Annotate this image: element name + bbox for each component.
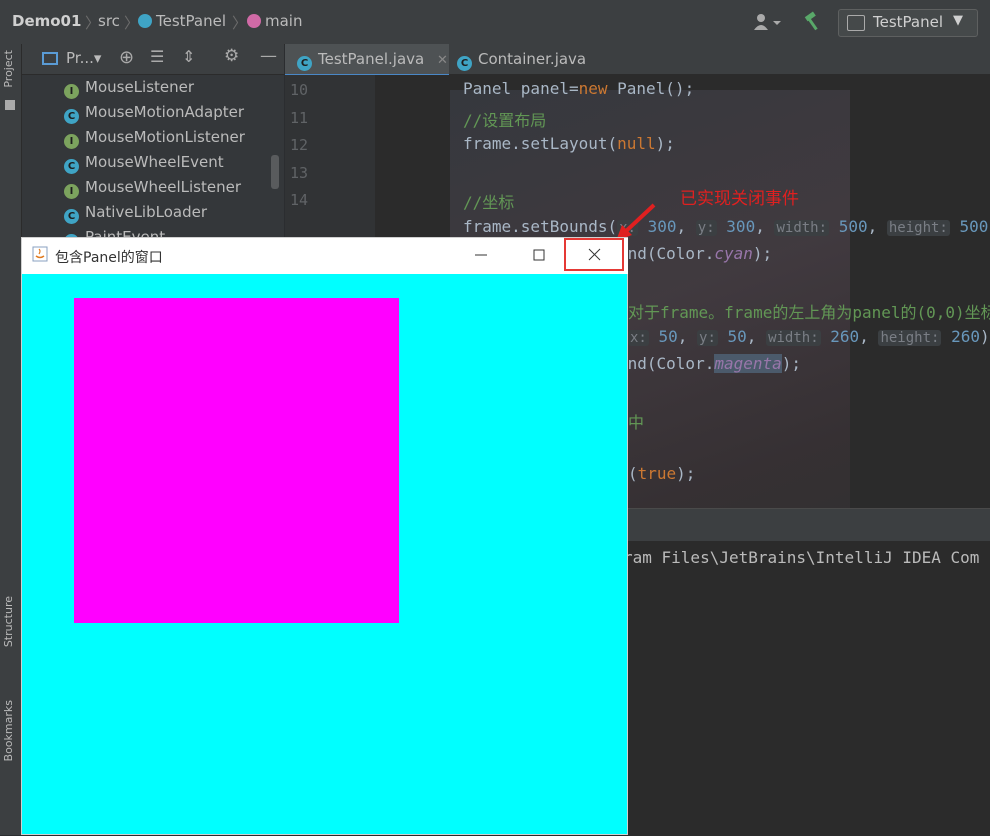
breadcrumb-class[interactable]: TestPanel [138, 12, 226, 30]
breadcrumb-separator: 〉 [232, 14, 248, 32]
code-line: 中 [628, 413, 645, 432]
breadcrumb-method[interactable]: main [247, 12, 302, 30]
tab-testpanel[interactable]: C TestPanel.java ✕ [285, 44, 449, 77]
annotation-label: 已实现关闭事件 [680, 189, 799, 209]
code-line: //设置布局 [463, 111, 547, 130]
breadcrumb-class-label: TestPanel [156, 12, 227, 30]
gear-icon[interactable]: ⚙ [224, 46, 239, 66]
breadcrumb-separator: 〉 [124, 14, 140, 32]
line-number: 12 [290, 136, 309, 154]
interface-icon: I [64, 134, 79, 149]
close-tab-icon[interactable]: ✕ [437, 53, 448, 68]
interface-icon: I [64, 84, 79, 99]
collapse-all-icon[interactable]: ⇕ [182, 47, 195, 66]
console-output: ram Files\JetBrains\IntelliJ IDEA Com [623, 548, 980, 567]
code-line: Panel panel=new Panel(); [463, 79, 695, 98]
project-view-title: Pr... [66, 49, 94, 67]
project-tree-scrollbar[interactable] [271, 155, 279, 189]
navigation-bar: Demo01 〉 src 〉 TestPanel 〉 main TestPane… [0, 0, 990, 45]
tree-item[interactable]: I MouseWheelListener [64, 178, 241, 203]
minimize-button[interactable] [460, 238, 500, 274]
hide-panel-icon[interactable]: — [260, 46, 277, 66]
code-line: frame.setBounds(x: 300, y: 300, width: 5… [463, 217, 990, 236]
project-view-selector[interactable]: Pr...▾ [66, 49, 101, 67]
class-icon: C [64, 209, 79, 224]
tree-item[interactable]: C MouseWheelEvent [64, 153, 224, 178]
run-configuration-selector[interactable]: TestPanel ▼ [838, 9, 978, 37]
code-line: frame.setLayout(null); [463, 134, 675, 153]
tree-item-label: MouseWheelEvent [85, 153, 224, 171]
close-button[interactable] [564, 238, 624, 271]
tree-item[interactable]: C MouseMotionAdapter [64, 103, 244, 128]
locate-target-icon[interactable]: ⊕ [119, 47, 134, 68]
tab-label: TestPanel.java [318, 50, 425, 68]
folder-icon [5, 100, 15, 110]
code-line: 对于frame。frame的左上角为panel的(0,0)坐标 [628, 303, 990, 322]
magenta-panel [74, 298, 399, 623]
code-line: und(Color.cyan); [618, 244, 773, 263]
editor-tab-bar: C TestPanel.java ✕ C Container.java [285, 44, 990, 77]
interface-icon: I [64, 184, 79, 199]
build-hammer-icon[interactable] [802, 10, 824, 32]
chevron-down-icon: ▼ [953, 13, 963, 28]
breadcrumb-method-label: main [265, 12, 303, 30]
breadcrumb-folder[interactable]: src [98, 12, 120, 30]
tree-item[interactable]: C NativeLibLoader [64, 203, 207, 228]
code-line: x: 50, y: 50, width: 260, height: 260); [628, 327, 990, 346]
tree-item-label: NativeLibLoader [85, 203, 207, 221]
tab-container[interactable]: C Container.java [457, 44, 607, 74]
bookmarks-tool-button[interactable]: Bookmarks [2, 700, 15, 761]
tab-label: Container.java [478, 50, 587, 68]
maximize-icon [533, 249, 545, 261]
tree-item[interactable]: I MouseListener [64, 78, 194, 103]
code-line: //坐标 [463, 193, 515, 212]
class-icon: C [64, 159, 79, 174]
left-tool-stripe: Project Structure Bookmarks [0, 44, 22, 835]
tree-item[interactable]: I MouseMotionListener [64, 128, 245, 153]
tree-item-label: MouseMotionAdapter [85, 103, 245, 121]
close-icon [588, 248, 601, 261]
class-icon [138, 14, 152, 28]
breadcrumb-project[interactable]: Demo01 [12, 12, 81, 30]
java-app-icon [32, 246, 48, 262]
structure-tool-button[interactable]: Structure [2, 596, 15, 647]
class-icon: C [457, 56, 472, 71]
run-config-label: TestPanel [873, 13, 944, 31]
project-panel-header: Pr...▾ ⊕ ☰ ⇕ ⚙ — [22, 44, 284, 75]
code-line: und(Color.magenta); [618, 354, 802, 373]
tree-item-label: MouseListener [85, 78, 195, 96]
class-icon: C [64, 109, 79, 124]
project-tool-button[interactable]: Project [2, 50, 15, 88]
project-view-icon [42, 52, 58, 65]
tree-item-label: MouseWheelListener [85, 178, 241, 196]
maximize-button[interactable] [520, 238, 560, 274]
java-window-title: 包含Panel的窗口 [55, 250, 163, 266]
method-icon [247, 14, 261, 28]
line-number: 10 [290, 81, 309, 99]
expand-all-icon[interactable]: ☰ [150, 47, 164, 66]
line-number: 13 [290, 164, 309, 182]
class-icon: C [297, 56, 312, 71]
line-number: 11 [290, 109, 309, 127]
tree-item-label: MouseMotionListener [85, 128, 245, 146]
run-config-icon [847, 15, 865, 31]
user-account-icon[interactable] [752, 12, 782, 32]
minimize-icon [475, 254, 487, 256]
line-number: 14 [290, 191, 309, 209]
code-line: (true); [628, 464, 696, 483]
